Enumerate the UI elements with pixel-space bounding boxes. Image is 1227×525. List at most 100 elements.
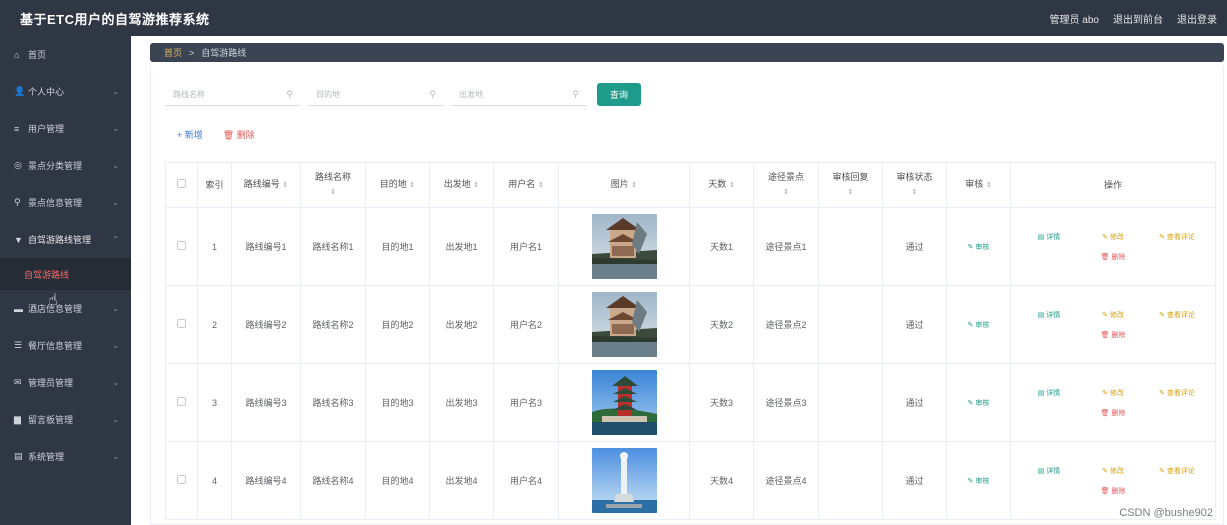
sidebar-item-2[interactable]: ≡ 用户管理 ⌄: [0, 110, 131, 147]
detail-button[interactable]: ▤ 详情: [1017, 232, 1081, 242]
sidebar-item-label: 系统管理: [28, 452, 65, 462]
sidebar-item-label: 餐厅信息管理: [28, 341, 83, 351]
sort-icon[interactable]: ⇕: [631, 182, 637, 189]
edit-button[interactable]: ✎ 修改: [1081, 466, 1145, 476]
sort-icon[interactable]: ⇕: [912, 189, 918, 196]
row-delete-button[interactable]: 🗑 删除: [1081, 252, 1145, 262]
sort-icon[interactable]: ⇕: [986, 182, 992, 189]
row-checkbox-cell[interactable]: [165, 285, 198, 364]
delete-button[interactable]: 🗑 删除: [223, 128, 255, 141]
row-delete-button[interactable]: 🗑 删除: [1081, 486, 1145, 496]
sidebar-item-10[interactable]: ▆ 留言板管理 ⌄: [0, 401, 131, 438]
col-review-status[interactable]: 审核状态 ⇕: [882, 162, 947, 208]
row-checkbox[interactable]: [177, 319, 186, 328]
table-row[interactable]: 3 路线编号3 路线名称3 目的地3 出发地3 用户名3 天数3 途径景点3 通过 ✎ 审核 ▤ 详…: [165, 363, 1216, 442]
sidebar-item-5[interactable]: ▼ 自驾游路线管理 ⌃: [0, 221, 131, 258]
row-checkbox-cell[interactable]: [165, 441, 198, 520]
review-link-label: 审核: [975, 244, 990, 251]
edit-button[interactable]: ✎ 修改: [1081, 310, 1145, 320]
detail-button-label: 详情: [1046, 467, 1061, 475]
pen-icon: ✎: [1102, 389, 1108, 397]
breadcrumb-home[interactable]: 首页: [164, 46, 182, 59]
sidebar-item-label: 留言板管理: [28, 415, 74, 425]
view-comments-button[interactable]: ✎ 查看评论: [1145, 232, 1209, 242]
table-row[interactable]: 2 路线编号2 路线名称2 目的地2 出发地2 用户名2 天数2 途径景点2 通过 ✎ 审核 ▤ 详…: [165, 285, 1216, 364]
origin-input[interactable]: [459, 89, 559, 99]
submenu-item-self-drive-routes[interactable]: 自驾游路线: [0, 258, 131, 290]
logout-link[interactable]: 退出登录: [1177, 11, 1217, 26]
detail-button[interactable]: ▤ 详情: [1017, 388, 1081, 398]
col-destination-label: 目的地: [379, 179, 407, 189]
col-route-name[interactable]: 路线名称 ⇕: [300, 162, 366, 208]
route-image[interactable]: [591, 448, 657, 513]
row-delete-button[interactable]: 🗑 删除: [1081, 408, 1145, 418]
cell-review-reply: [818, 285, 883, 364]
sidebar-item-4[interactable]: ⚲ 景点信息管理 ⌄: [0, 184, 131, 221]
col-review[interactable]: 审核 ⇕: [946, 162, 1011, 208]
breadcrumb-separator: >: [189, 47, 195, 58]
sort-icon[interactable]: ⇕: [473, 182, 479, 189]
row-delete-button[interactable]: 🗑 删除: [1081, 330, 1145, 340]
review-link[interactable]: ✎ 审核: [968, 400, 990, 407]
select-all-checkbox[interactable]: [177, 179, 186, 188]
col-destination[interactable]: 目的地 ⇕: [365, 162, 430, 208]
sidebar-item-1[interactable]: 👤 个人中心 ⌄: [0, 73, 131, 110]
col-username[interactable]: 用户名 ⇕: [493, 162, 559, 208]
sort-icon[interactable]: ⇕: [409, 182, 415, 189]
row-checkbox-cell[interactable]: [165, 207, 198, 286]
route-image[interactable]: [591, 292, 657, 357]
review-link[interactable]: ✎ 审核: [968, 478, 990, 485]
admin-user-link[interactable]: 管理员 abo: [1050, 11, 1099, 26]
col-route-name-label: 路线名称: [314, 172, 351, 182]
route-name-input[interactable]: [173, 89, 273, 99]
row-delete-label: 删除: [1111, 487, 1126, 495]
col-route-no[interactable]: 路线编号 ⇕: [231, 162, 301, 208]
view-comments-button[interactable]: ✎ 查看评论: [1145, 388, 1209, 398]
chevron-down-icon: ⌄: [112, 452, 119, 461]
edit-button[interactable]: ✎ 修改: [1081, 232, 1145, 242]
add-button[interactable]: + 新增: [177, 128, 203, 141]
review-link[interactable]: ✎ 审核: [968, 322, 990, 329]
sidebar-item-8[interactable]: ☰ 餐厅信息管理 ⌄: [0, 327, 131, 364]
col-via-spots[interactable]: 途径景点 ⇕: [753, 162, 819, 208]
col-image[interactable]: 图片 ⇕: [558, 162, 690, 208]
sidebar-item-3[interactable]: ◎ 景点分类管理 ⌄: [0, 147, 131, 184]
row-checkbox[interactable]: [177, 397, 186, 406]
detail-button[interactable]: ▤ 详情: [1017, 466, 1081, 476]
edit-button[interactable]: ✎ 修改: [1081, 388, 1145, 398]
sort-icon[interactable]: ⇕: [783, 189, 789, 196]
cell-username: 用户名1: [493, 207, 559, 286]
view-comments-button[interactable]: ✎ 查看评论: [1145, 310, 1209, 320]
origin-field[interactable]: ⚲: [451, 84, 587, 106]
sort-icon[interactable]: ⇕: [330, 189, 336, 196]
col-review-reply[interactable]: 审核回复 ⇕: [818, 162, 883, 208]
sort-icon[interactable]: ⇕: [538, 182, 544, 189]
sidebar-item-7[interactable]: ▬ 酒店信息管理 ⌄: [0, 290, 131, 327]
row-checkbox-cell[interactable]: [165, 363, 198, 442]
route-image[interactable]: [591, 370, 657, 435]
query-button[interactable]: 查询: [597, 83, 641, 106]
col-origin[interactable]: 出发地 ⇕: [429, 162, 494, 208]
sidebar-item-9[interactable]: ✉ 管理员管理 ⌄: [0, 364, 131, 401]
exit-to-front-link[interactable]: 退出到前台: [1113, 11, 1163, 26]
table-row[interactable]: 4 路线编号4 路线名称4 目的地4 出发地4 用户名4 天数4 途径景点4 通过 ✎ 审核 ▤ 详…: [165, 441, 1216, 520]
sidebar-item-11[interactable]: ▤ 系统管理 ⌄: [0, 438, 131, 475]
col-days[interactable]: 天数 ⇕: [689, 162, 754, 208]
review-link[interactable]: ✎ 审核: [968, 244, 990, 251]
row-checkbox[interactable]: [177, 241, 186, 250]
destination-input[interactable]: [316, 89, 416, 99]
sort-icon[interactable]: ⇕: [848, 189, 854, 196]
destination-field[interactable]: ⚲: [308, 84, 444, 106]
row-checkbox[interactable]: [177, 475, 186, 484]
route-image[interactable]: [591, 214, 657, 279]
doc-icon: ▤: [1037, 233, 1045, 241]
detail-button-label: 详情: [1046, 311, 1061, 319]
sort-icon[interactable]: ⇕: [282, 182, 288, 189]
view-comments-button[interactable]: ✎ 查看评论: [1145, 466, 1209, 476]
select-all-cell[interactable]: [165, 162, 198, 208]
detail-button[interactable]: ▤ 详情: [1017, 310, 1081, 320]
table-row[interactable]: 1 路线编号1 路线名称1 目的地1 出发地1 用户名1 天数1 途径景点1 通过 ✎ 审核 ▤ 详…: [165, 207, 1216, 286]
sort-icon[interactable]: ⇕: [729, 182, 735, 189]
sidebar-item-0[interactable]: ⌂ 首页: [0, 36, 131, 73]
route-name-field[interactable]: ⚲: [165, 84, 301, 106]
